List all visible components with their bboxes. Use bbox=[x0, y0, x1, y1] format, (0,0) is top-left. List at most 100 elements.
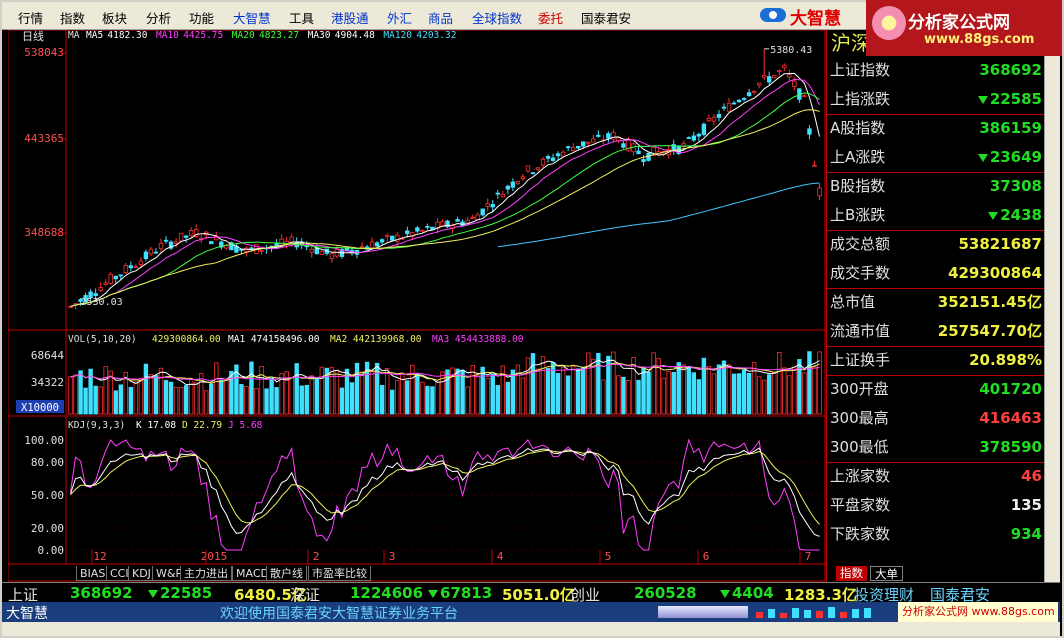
market-row: 上指涨跌 22585 bbox=[827, 85, 1045, 114]
volume-bar bbox=[299, 385, 304, 415]
menu-item[interactable]: 分析 bbox=[146, 8, 171, 27]
vertical-scrollbar[interactable] bbox=[1044, 56, 1060, 582]
candle-body bbox=[415, 227, 420, 232]
row-label: 上证换手 bbox=[830, 351, 891, 369]
volume-bar bbox=[787, 375, 792, 415]
mini-indicator bbox=[756, 607, 871, 618]
volume-bar bbox=[128, 386, 134, 415]
mini-bar bbox=[828, 607, 835, 618]
menu-item[interactable]: 国泰君安 bbox=[581, 8, 631, 27]
volume-bar bbox=[691, 372, 697, 415]
candle-body bbox=[309, 248, 314, 253]
volume-bar bbox=[792, 366, 797, 415]
volume-bar bbox=[495, 385, 500, 415]
menu-item[interactable]: 板块 bbox=[102, 8, 127, 27]
menu-item[interactable]: 委托 bbox=[538, 8, 563, 27]
ma-legend-name: MA10 bbox=[156, 30, 179, 41]
market-row: 流通市值 257547.70亿 bbox=[827, 317, 1045, 346]
candle-body bbox=[520, 176, 526, 179]
window-bottom bbox=[2, 622, 1060, 636]
volume-bar bbox=[178, 387, 184, 415]
volume-bar bbox=[269, 378, 274, 415]
menu-item[interactable]: 工具 bbox=[289, 8, 314, 27]
ma-legend-name: MA30 bbox=[308, 30, 331, 41]
candle-body bbox=[379, 239, 385, 243]
candle-body bbox=[586, 141, 591, 144]
tab-index[interactable]: 指数 bbox=[836, 566, 867, 581]
menu-item[interactable]: 功能 bbox=[189, 8, 214, 27]
market-row: 上B涨跌 2438 bbox=[827, 201, 1045, 230]
indicator-tab[interactable]: 散户线 bbox=[266, 566, 307, 581]
candle-body bbox=[591, 138, 596, 143]
indicator-tab[interactable]: 市盈率比较 bbox=[308, 566, 371, 581]
candle-body bbox=[279, 238, 284, 246]
volume-bar bbox=[254, 388, 259, 415]
menu-item[interactable]: 港股通 bbox=[331, 8, 369, 27]
volume-bar bbox=[797, 359, 802, 415]
volume-bar bbox=[339, 387, 345, 415]
row-value: 22585 bbox=[977, 85, 1042, 114]
candle-body bbox=[782, 64, 787, 68]
down-arrow-icon bbox=[148, 589, 158, 598]
market-row: 300开盘 401720 bbox=[827, 375, 1045, 404]
menu-item[interactable]: 指数 bbox=[60, 8, 85, 27]
row-label: 平盘家数 bbox=[830, 496, 891, 514]
candle-body bbox=[405, 230, 410, 235]
indicator-tab[interactable]: 主力进出 bbox=[180, 566, 232, 581]
row-label: 300最低 bbox=[830, 438, 889, 456]
row-label: 上B涨跌 bbox=[830, 206, 886, 224]
market-row: B股指数 37308 bbox=[827, 172, 1045, 201]
row-value: 352151.45亿 bbox=[937, 293, 1042, 311]
volume-bar bbox=[736, 373, 742, 415]
candle-body bbox=[756, 82, 762, 86]
candle-body bbox=[128, 265, 134, 269]
row-label: 上涨家数 bbox=[830, 467, 891, 485]
ma-legend-name: MA120 bbox=[383, 30, 412, 41]
status-watermark: 分析家公式网 www.88gs.com bbox=[898, 602, 1058, 622]
progress-bar bbox=[658, 606, 748, 618]
indicator-tab[interactable]: KDJ bbox=[128, 566, 155, 581]
kdj-legend: D 22.79 bbox=[182, 420, 222, 431]
candle-body bbox=[560, 151, 566, 157]
candle-body bbox=[802, 95, 807, 98]
volume-bar bbox=[716, 364, 722, 415]
ma-legend-name: MA5 bbox=[86, 30, 103, 41]
menu-item[interactable]: 大智慧 bbox=[233, 8, 271, 27]
volume-bar bbox=[93, 385, 98, 415]
candle-body bbox=[555, 153, 561, 157]
price-axis-label: 443365 bbox=[24, 132, 64, 145]
volume-bar bbox=[103, 366, 108, 415]
candle-body bbox=[721, 106, 727, 109]
volume-bar bbox=[68, 376, 73, 415]
tab-big-order[interactable]: 大单 bbox=[870, 566, 903, 581]
x-axis-label: 7 bbox=[805, 550, 812, 563]
candle-body bbox=[118, 274, 123, 277]
kline-chart[interactable]: 5380.43 2530.03 538043 443365 348688 日线 MA MA5 4… bbox=[8, 30, 826, 582]
panel-tabs: 指数 大单 bbox=[832, 566, 1044, 582]
volume-bar bbox=[701, 357, 707, 415]
menu-item[interactable]: 行情 bbox=[18, 8, 43, 27]
menu-item[interactable]: 外汇 bbox=[387, 8, 412, 27]
row-label: 成交总额 bbox=[830, 235, 891, 253]
candle-body bbox=[530, 172, 536, 175]
volume-legend: MA1 474158496.00 bbox=[228, 334, 320, 345]
indicator-tab[interactable]: BIAS bbox=[76, 566, 110, 581]
volume-bar bbox=[193, 382, 199, 415]
volume-bar bbox=[204, 390, 209, 415]
volume-bar bbox=[133, 381, 139, 415]
candle-body bbox=[792, 80, 797, 88]
volume-bar bbox=[761, 379, 767, 415]
menu-item[interactable]: 全球指数 bbox=[472, 8, 522, 27]
volume-bar bbox=[173, 386, 179, 415]
volume-bar bbox=[460, 369, 465, 415]
watermark-title: 分析家公式网 bbox=[908, 13, 1010, 33]
x-axis-label: 4 bbox=[497, 550, 504, 563]
volume-bar bbox=[676, 362, 681, 415]
volume-bar bbox=[183, 385, 189, 415]
menu-item[interactable]: 商品 bbox=[428, 8, 453, 27]
candle-body bbox=[249, 247, 254, 250]
candle-body bbox=[807, 128, 812, 135]
brand-eye-icon bbox=[760, 8, 786, 22]
volume-bar bbox=[706, 365, 712, 415]
candle-body bbox=[133, 266, 139, 268]
